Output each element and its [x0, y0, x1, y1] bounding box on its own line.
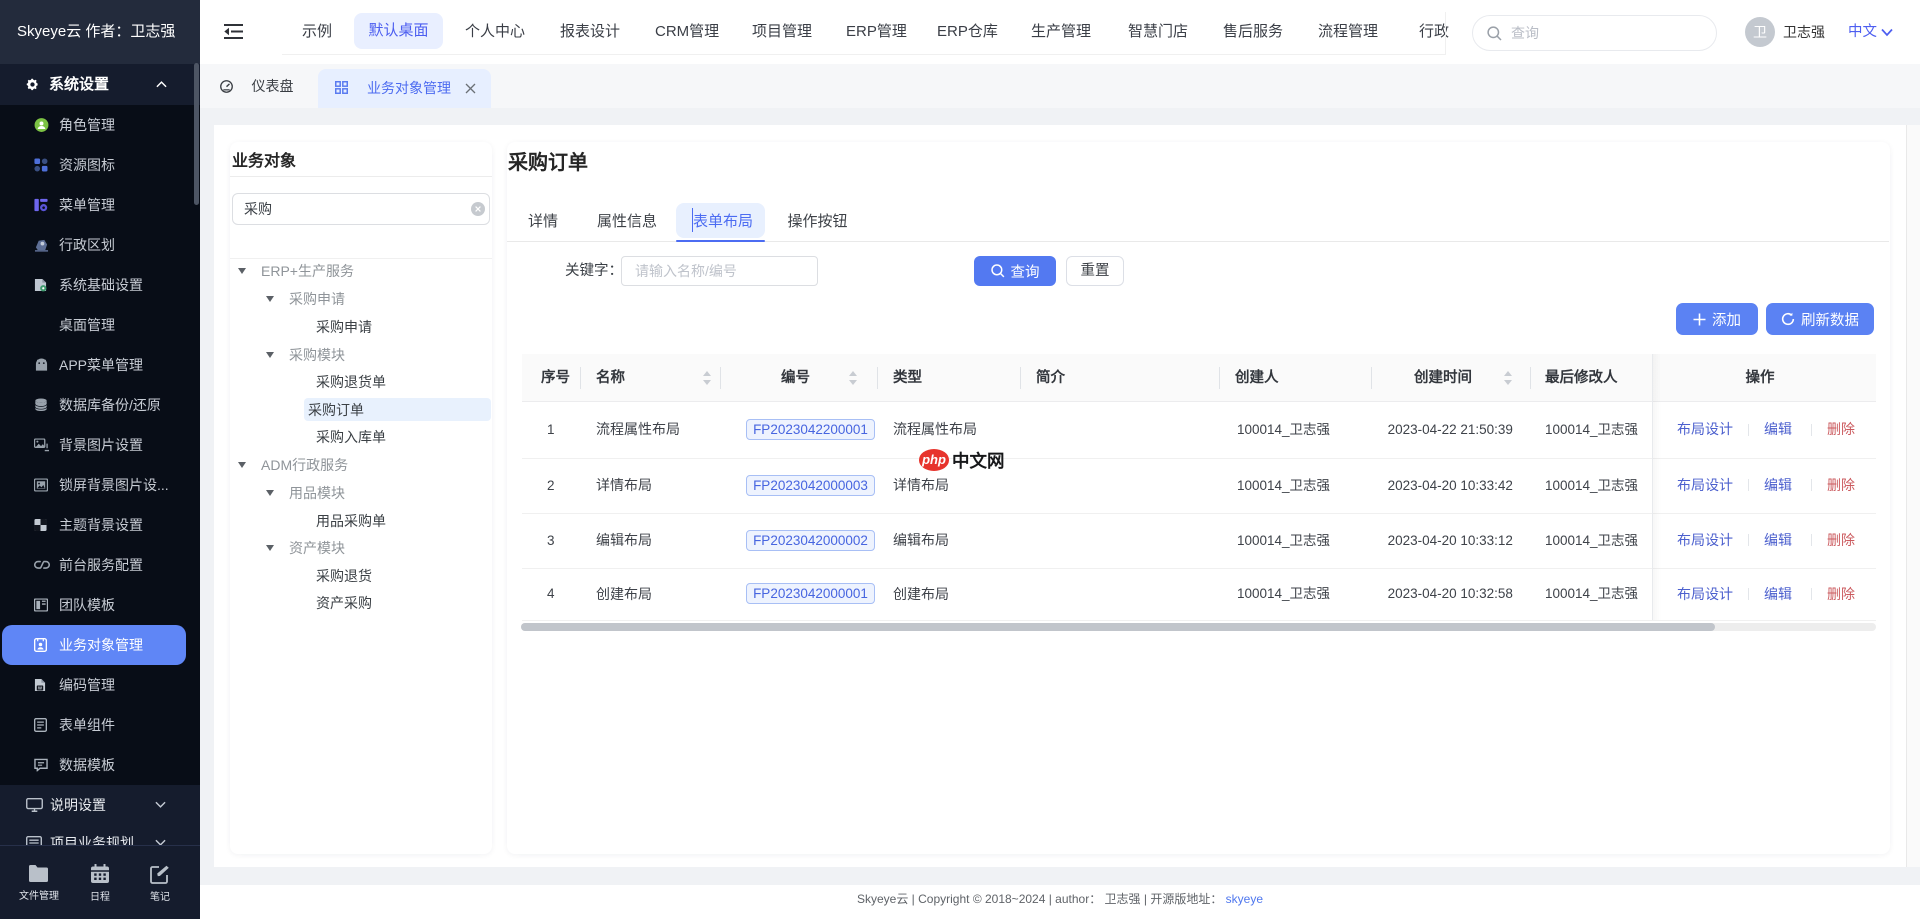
svg-text:w: w	[37, 686, 42, 692]
